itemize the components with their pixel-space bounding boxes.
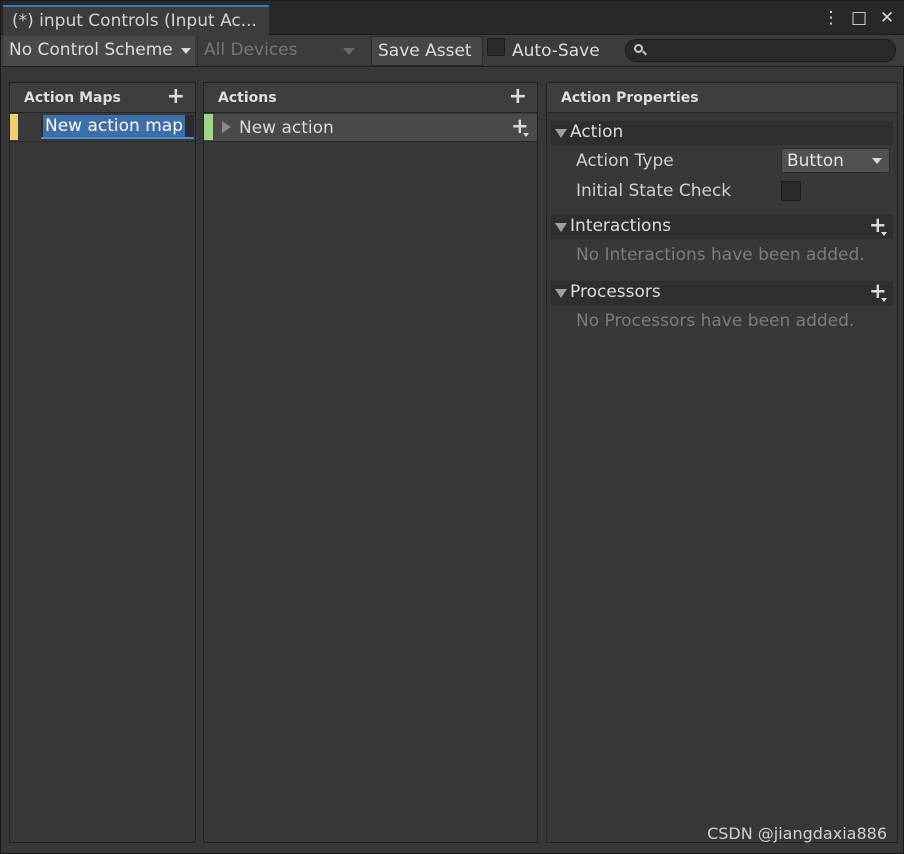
chevron-down-icon	[872, 158, 882, 164]
save-asset-button[interactable]: Save Asset	[371, 36, 483, 66]
chevron-down-icon	[343, 48, 355, 55]
add-action-icon[interactable]: +	[509, 85, 527, 109]
action-properties-title: Action Properties	[561, 90, 699, 106]
action-label: New action	[239, 118, 334, 138]
action-maps-panel: Action Maps + New action map	[9, 82, 196, 843]
actions-title: Actions	[218, 90, 277, 106]
action-color-bar	[204, 114, 213, 140]
processors-empty-text: No Processors have been added.	[576, 311, 855, 331]
collapse-arrow-icon	[555, 289, 567, 298]
close-icon[interactable]: ✕	[877, 7, 897, 29]
action-type-label: Action Type	[576, 151, 674, 171]
window-buttons: ⋮ □ ✕	[821, 7, 897, 29]
devices-label: All Devices	[204, 40, 298, 60]
watermark: CSDN @jiangdaxia886	[707, 824, 887, 843]
processors-section-header[interactable]: Processors +	[551, 279, 893, 305]
action-type-dropdown[interactable]: Button	[781, 148, 890, 173]
expand-arrow-icon[interactable]	[222, 121, 231, 133]
action-properties-header: Action Properties	[547, 83, 897, 113]
search-icon	[634, 44, 643, 53]
initial-state-checkbox[interactable]	[781, 181, 801, 201]
input-actions-window: (*) input Controls (Input Ac... ⋮ □ ✕ No…	[0, 0, 904, 854]
actions-panel: Actions + New action +	[203, 82, 538, 843]
action-section-title: Action	[570, 122, 624, 142]
action-map-color-bar	[10, 114, 18, 140]
action-map-name-field[interactable]: New action map	[41, 115, 194, 139]
initial-state-label: Initial State Check	[576, 181, 732, 201]
add-processor-icon[interactable]: +	[869, 279, 887, 304]
toolbar: No Control Scheme All Devices Save Asset…	[1, 35, 904, 67]
initial-state-row: Initial State Check	[547, 175, 897, 205]
interactions-section-header[interactable]: Interactions +	[551, 213, 893, 239]
processors-title: Processors	[570, 282, 661, 302]
more-menu-icon[interactable]: ⋮	[821, 7, 841, 29]
add-binding-icon[interactable]: +	[511, 114, 529, 139]
action-maps-header: Action Maps +	[10, 83, 195, 113]
search-input[interactable]	[625, 39, 896, 62]
action-properties-panel: Action Properties Action Action Type But…	[546, 82, 898, 843]
action-type-row: Action Type Button	[547, 145, 897, 175]
add-interaction-icon[interactable]: +	[869, 213, 887, 238]
auto-save-label: Auto-Save	[512, 41, 600, 61]
interactions-empty-text: No Interactions have been added.	[576, 245, 865, 265]
action-map-name-text: New action map	[43, 115, 185, 137]
maximize-icon[interactable]: □	[849, 7, 869, 29]
control-scheme-label: No Control Scheme	[9, 40, 173, 60]
chevron-down-icon	[181, 48, 191, 54]
devices-dropdown[interactable]: All Devices	[197, 36, 365, 66]
collapse-arrow-icon	[555, 223, 567, 232]
window-tab[interactable]: (*) input Controls (Input Ac...	[3, 5, 269, 35]
tab-bar: (*) input Controls (Input Ac... ⋮ □ ✕	[1, 1, 904, 35]
action-map-item[interactable]: New action map	[10, 114, 195, 142]
collapse-arrow-icon	[555, 129, 567, 138]
auto-save-checkbox[interactable]	[487, 38, 505, 56]
action-item[interactable]: New action +	[204, 114, 537, 142]
action-type-value: Button	[787, 151, 844, 171]
add-action-map-icon[interactable]: +	[167, 85, 185, 109]
interactions-title: Interactions	[570, 216, 672, 236]
action-section-header[interactable]: Action	[551, 121, 893, 145]
action-maps-title: Action Maps	[24, 90, 121, 106]
actions-header: Actions +	[204, 83, 537, 113]
control-scheme-dropdown[interactable]: No Control Scheme	[3, 36, 195, 66]
